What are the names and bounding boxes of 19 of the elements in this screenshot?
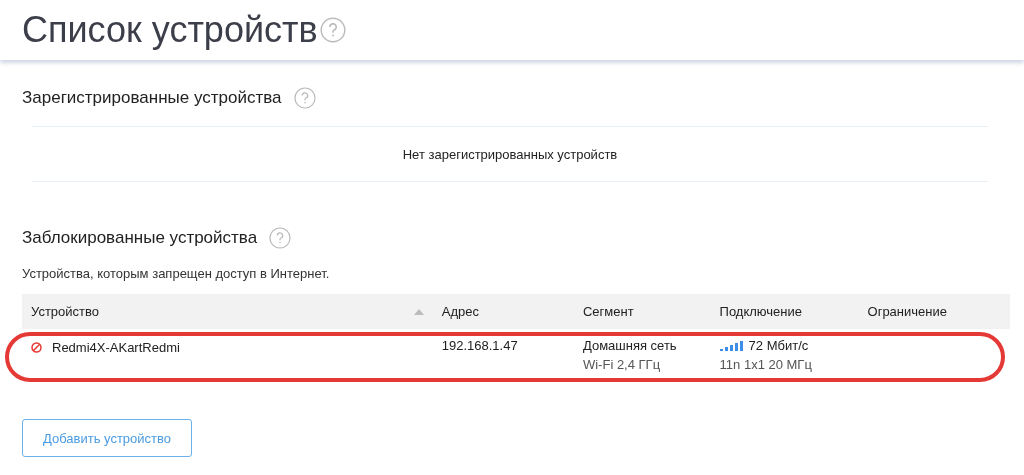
section-title: Заблокированные устройства <box>22 228 258 248</box>
section-description: Устройства, которым запрещен доступ в Интернет. <box>22 266 331 281</box>
section-title: Зарегистрированные устройства <box>22 88 282 108</box>
column-header[interactable]: Сегмент <box>582 304 634 319</box>
column-header[interactable]: Устройство <box>31 304 99 319</box>
help-icon[interactable] <box>269 227 292 249</box>
help-icon[interactable] <box>293 87 316 109</box>
signal-icon <box>719 340 744 351</box>
segment-name: Домашняя сеть <box>582 338 678 353</box>
connection-speed: 72 Мбит/с <box>748 338 809 353</box>
help-icon[interactable] <box>319 17 346 43</box>
empty-message: Нет зарегистрированных устройств <box>402 146 618 162</box>
ip-address: 192.168.1.47 <box>441 338 519 353</box>
sort-arrow-icon[interactable] <box>413 308 424 315</box>
column-header[interactable]: Адрес <box>441 304 479 319</box>
wifi-band-label: Wi-Fi 2,4 ГГц <box>582 357 661 372</box>
device-name: Redmi4X-AKartRedmi <box>52 340 180 355</box>
page-title: Список устройств <box>22 9 318 51</box>
connection-mode: 11n 1x1 20 МГц <box>719 357 813 372</box>
